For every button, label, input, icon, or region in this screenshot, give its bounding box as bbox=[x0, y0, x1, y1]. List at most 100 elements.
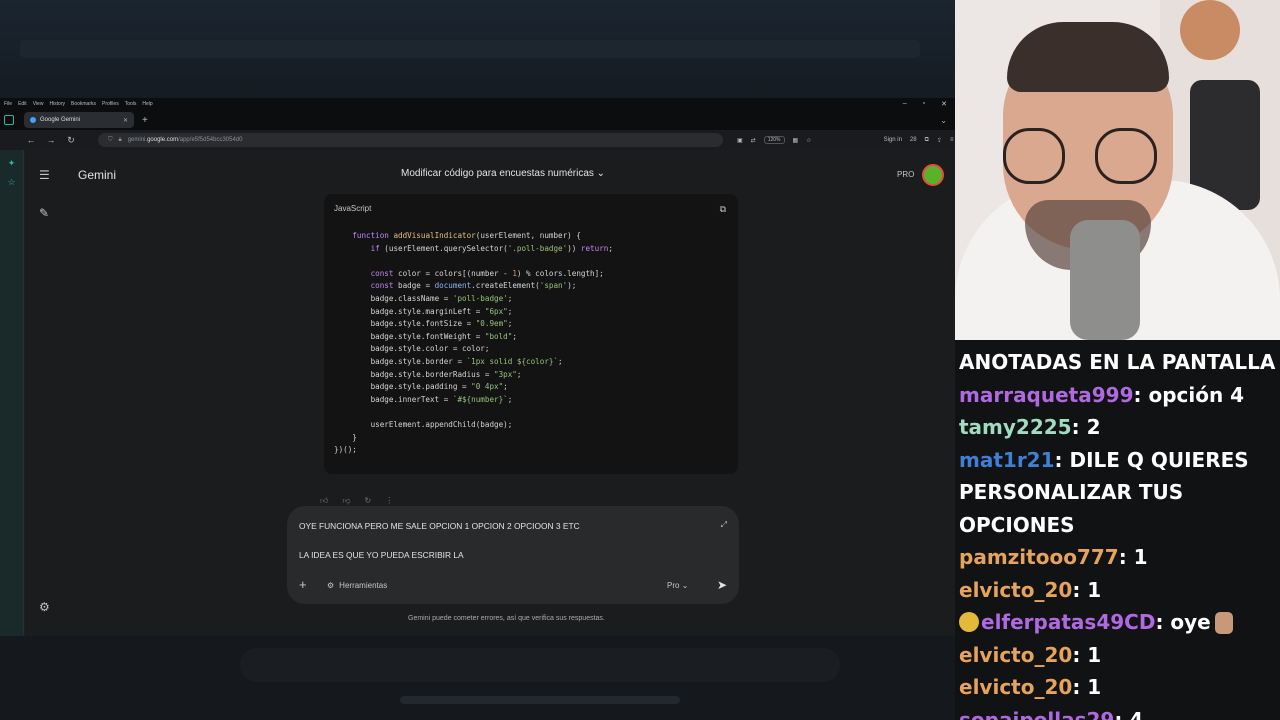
chevron-down-icon: ⌄ bbox=[681, 581, 689, 590]
menu-profiles[interactable]: Profiles bbox=[102, 101, 119, 107]
chat-message: elferpatas49CD: oye bbox=[959, 606, 1276, 639]
browser-window: File Edit View History Bookmarks Profile… bbox=[0, 98, 955, 636]
back-icon[interactable]: ← bbox=[24, 135, 38, 145]
tab-google-gemini[interactable]: Google Gemini ✕ bbox=[24, 112, 134, 128]
background-blur-bottom bbox=[0, 636, 955, 720]
stream-chat: ANOTADAS EN LA PANTALLA marraqueta999: o… bbox=[955, 340, 1280, 720]
avatar[interactable] bbox=[922, 164, 944, 186]
chat-message: elvicto_20: 1 bbox=[959, 675, 1102, 699]
blurred-bar bbox=[240, 648, 840, 682]
menu-tools[interactable]: Tools bbox=[125, 101, 137, 107]
tab-bar: Google Gemini ✕ + ⌄ bbox=[0, 110, 955, 130]
add-attachment-icon[interactable]: + bbox=[299, 577, 307, 592]
webcam-glasses-right bbox=[1095, 128, 1157, 184]
minimize-button[interactable]: – bbox=[903, 100, 907, 108]
webcam-microphone bbox=[1070, 220, 1140, 340]
sign-in-button[interactable]: Sign in bbox=[884, 137, 902, 143]
bookmark-star-icon[interactable]: ☆ bbox=[806, 137, 811, 144]
apps-icon[interactable]: ▦ bbox=[793, 137, 799, 144]
copy-code-icon[interactable]: ⧉ bbox=[720, 204, 726, 215]
code-language-label: JavaScript bbox=[334, 204, 372, 213]
zoom-level[interactable]: 120% bbox=[763, 136, 785, 144]
webcam-hair bbox=[1007, 22, 1169, 92]
blurred-text bbox=[400, 696, 680, 704]
chat-username: marraqueta999 bbox=[959, 382, 1134, 407]
address-bar: ← → ↻ ⛉ 🔒︎ gemini.google.com/app/e5f5d54… bbox=[0, 130, 955, 150]
translate-icon[interactable]: ⇄ bbox=[751, 137, 756, 144]
forward-icon[interactable]: → bbox=[44, 135, 58, 145]
code-block: JavaScript ⧉ function addVisualIndicator… bbox=[324, 194, 738, 474]
menu-bar: File Edit View History Bookmarks Profile… bbox=[0, 98, 955, 110]
chevron-down-icon: ⌄ bbox=[596, 168, 606, 179]
sidebar-ai-icon[interactable]: ✦ bbox=[0, 158, 23, 169]
menu-edit[interactable]: Edit bbox=[18, 101, 27, 107]
background-blur-top bbox=[0, 0, 955, 98]
menu-file[interactable]: File bbox=[4, 101, 12, 107]
gemini-rail: ☰ ✎ ⚙ bbox=[25, 150, 65, 636]
tools-button[interactable]: ⚙ Herramientas bbox=[327, 581, 387, 590]
url-field[interactable]: ⛉ 🔒︎ gemini.google.com/app/e5f5d54bcc305… bbox=[98, 133, 723, 147]
new-chat-icon[interactable]: ✎ bbox=[39, 206, 49, 220]
chat-message: pamzitooo777: 1 bbox=[959, 545, 1148, 569]
expand-icon[interactable]: ⤢ bbox=[721, 520, 727, 530]
chat-username: pamzitooo777 bbox=[959, 545, 1119, 569]
prompt-box[interactable]: OYE FUNCIONA PERO ME SALE OPCION 1 OPCIO… bbox=[287, 506, 739, 604]
chat-message: ANOTADAS EN LA PANTALLA bbox=[959, 350, 1276, 374]
pro-badge: PRO bbox=[897, 170, 915, 179]
webcam-feed bbox=[955, 0, 1280, 340]
chat-message: elvicto_20: 1 bbox=[959, 577, 1102, 602]
chat-username: mat1r21 bbox=[959, 447, 1055, 472]
tab-manager-icon[interactable] bbox=[4, 115, 14, 125]
maximize-button[interactable]: ▫ bbox=[923, 100, 925, 108]
regenerate-icon[interactable]: ↻ bbox=[365, 496, 372, 506]
sidebar-star-icon[interactable]: ☆ bbox=[0, 177, 23, 188]
menu-bookmarks[interactable]: Bookmarks bbox=[71, 101, 96, 107]
model-selector[interactable]: Pro ⌄ bbox=[667, 581, 688, 590]
gemini-app: ☰ ✎ ⚙ Gemini Modificar código para encue… bbox=[25, 150, 955, 636]
close-tab-icon[interactable]: ✕ bbox=[123, 117, 128, 124]
prompt-text-line-2[interactable]: LA IDEA ES QUE YO PUEDA ESCRIBIR LA bbox=[299, 550, 464, 560]
menu-history[interactable]: History bbox=[49, 101, 65, 107]
disclaimer-text: Gemini puede cometer errores, así que ve… bbox=[408, 615, 605, 622]
extension-badge[interactable]: 28 bbox=[910, 137, 917, 143]
tools-icon: ⚙ bbox=[327, 581, 335, 590]
chat-username: sopaipollas29 bbox=[959, 707, 1115, 720]
face-emote-icon bbox=[1214, 612, 1233, 634]
settings-gear-icon[interactable]: ⚙ bbox=[39, 600, 50, 614]
menu-view[interactable]: View bbox=[33, 101, 44, 107]
menu-icon[interactable]: ≡ bbox=[950, 137, 954, 143]
webcam-lamp bbox=[1180, 0, 1240, 60]
thumbs-up-icon[interactable]: 👍︎ bbox=[320, 496, 328, 506]
send-icon[interactable]: ➤ bbox=[717, 578, 727, 592]
prompt-text-line-1[interactable]: OYE FUNCIONA PERO ME SALE OPCION 1 OPCIO… bbox=[299, 521, 580, 531]
new-tab-button[interactable]: + bbox=[142, 115, 148, 126]
browser-sidebar: ✦ ☆ bbox=[0, 150, 24, 636]
close-window-button[interactable]: ✕ bbox=[941, 100, 947, 108]
sunglasses-emote-icon bbox=[959, 612, 979, 632]
chat-title-dropdown[interactable]: Modificar código para encuestas numérica… bbox=[401, 168, 605, 179]
thumbs-down-icon[interactable]: 👎︎ bbox=[342, 496, 350, 506]
chat-message: mat1r21: DILE Q QUIERES PERSONALIZAR TUS… bbox=[959, 447, 1249, 537]
tab-title: Google Gemini bbox=[40, 117, 81, 123]
gemini-brand[interactable]: Gemini bbox=[78, 168, 116, 182]
reader-icon[interactable]: ▣ bbox=[737, 137, 743, 144]
response-actions: 👍︎ 👎︎ ↻ ⋮ bbox=[320, 496, 393, 506]
tab-list-chevron-icon[interactable]: ⌄ bbox=[940, 116, 947, 125]
hamburger-menu-icon[interactable]: ☰ bbox=[39, 168, 50, 182]
chat-username: elvicto_20 bbox=[959, 675, 1073, 699]
code-content: function addVisualIndicator(userElement,… bbox=[334, 231, 613, 455]
reload-icon[interactable]: ↻ bbox=[64, 135, 78, 146]
menu-help[interactable]: Help bbox=[142, 101, 152, 107]
url-text: gemini.google.com/app/e5f5d54bcc3054d0 bbox=[127, 137, 243, 143]
lock-icon: 🔒︎ bbox=[118, 136, 122, 143]
webcam-glasses-left bbox=[1003, 128, 1065, 184]
extensions-icon[interactable]: ⧉ bbox=[925, 137, 929, 144]
chat-message: elvicto_20: 1 bbox=[959, 642, 1102, 667]
chat-username: elvicto_20 bbox=[959, 642, 1073, 667]
chat-message: marraqueta999: opción 4 bbox=[959, 382, 1245, 407]
chat-username: elvicto_20 bbox=[959, 577, 1073, 602]
more-options-icon[interactable]: ⋮ bbox=[385, 496, 393, 506]
shield-icon: ⛉ bbox=[108, 136, 113, 143]
share-icon[interactable]: ⇪ bbox=[937, 137, 942, 144]
chat-username: tamy2225 bbox=[959, 415, 1072, 439]
